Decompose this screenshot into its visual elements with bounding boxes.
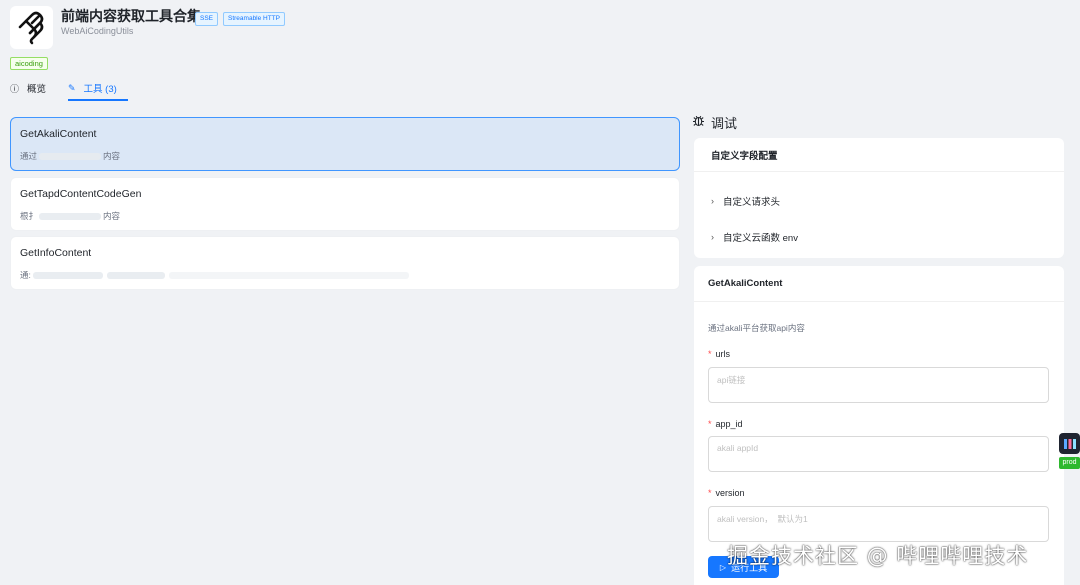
bug-icon	[692, 114, 705, 130]
tool-icon: ✎	[68, 82, 76, 93]
env-widget[interactable]: prod	[1059, 433, 1080, 471]
tool-form-description: 通过akali平台获取api内容	[708, 323, 805, 333]
chevron-right-icon: ›	[711, 196, 714, 206]
tool-name: GetAkaliContent	[20, 128, 97, 140]
tool-description: 根扌 内容	[20, 211, 121, 221]
tab-overview-label: 概览	[27, 84, 47, 95]
tool-description: 通过 内容	[20, 151, 121, 161]
field-label-version: * version	[708, 488, 745, 498]
tool-name: GetInfoContent	[20, 247, 92, 259]
badge-streamable-http: Streamable HTTP	[223, 12, 286, 26]
urls-input[interactable]	[708, 367, 1049, 403]
watermark: 掘金技术社区 @ 哔哩哔哩技术	[727, 544, 1029, 568]
custom-config-title: 自定义字段配置	[694, 138, 1064, 172]
tab-tools-label: 工具 (3)	[83, 84, 117, 95]
badge-sse: SSE	[195, 12, 219, 26]
tool-header: 前端内容获取工具合集 SSE Streamable HTTP WebAiCodi…	[10, 6, 710, 54]
app-id-input[interactable]	[708, 436, 1049, 472]
category-tag: aicoding	[10, 57, 48, 70]
collapse-custom-env[interactable]: › 自定义云函数 env	[711, 230, 798, 244]
page-title: 前端内容获取工具合集	[61, 8, 201, 24]
field-label-urls: * urls	[708, 349, 731, 359]
tab-overview[interactable]: ⓘ 概览	[10, 76, 50, 100]
tool-description: 通:	[20, 269, 411, 281]
page-subtitle: WebAiCodingUtils	[61, 26, 134, 36]
info-circle-icon: ⓘ	[10, 83, 20, 94]
debug-title: 调试	[692, 112, 737, 132]
tool-card-getakalicontent[interactable]: GetAkaliContent 通过 内容	[10, 117, 680, 171]
version-input[interactable]	[708, 506, 1049, 542]
mcp-logo-icon	[18, 11, 43, 44]
collapse-custom-headers[interactable]: › 自定义请求头	[711, 194, 780, 208]
tool-name: GetTapdContentCodeGen	[20, 188, 142, 200]
tab-tools[interactable]: ✎ 工具 (3)	[68, 76, 128, 101]
field-label-app-id: * app_id	[708, 419, 743, 429]
send-icon: ▷	[719, 562, 727, 572]
env-badge: prod	[1059, 457, 1080, 469]
tool-form-panel: GetAkaliContent 通过akali平台获取api内容 *urls *…	[694, 266, 1064, 585]
env-app-icon	[1059, 433, 1080, 454]
app-logo	[10, 6, 53, 49]
tool-card-gettapdcontentcodegen[interactable]: GetTapdContentCodeGen 根扌 内容	[10, 177, 680, 231]
custom-config-panel: 自定义字段配置 › 自定义请求头 › 自定义云函数 env	[694, 138, 1064, 258]
chevron-right-icon: ›	[711, 232, 714, 242]
tool-card-getinfocontent[interactable]: GetInfoContent 通:	[10, 236, 680, 290]
tool-form-title: GetAkaliContent	[694, 266, 1064, 302]
